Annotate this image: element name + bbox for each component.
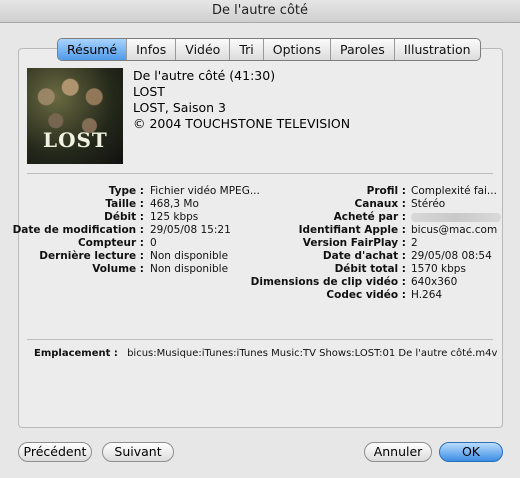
- summary-copyright: © 2004 TOUCHSTONE TELEVISION: [133, 116, 351, 131]
- detail-value: 29/05/08 15:21: [150, 224, 231, 236]
- tab-video[interactable]: Vidéo: [176, 39, 231, 60]
- detail-label: Date de modification :: [12, 224, 144, 236]
- tab-illustration[interactable]: Illustration: [395, 39, 480, 60]
- detail-label: Date d'achat :: [322, 250, 406, 262]
- tab-options[interactable]: Options: [264, 39, 331, 60]
- window-title: De l'autre côté: [0, 0, 520, 23]
- detail-value: Complexité fai...: [411, 185, 497, 197]
- detail-value: bicus@mac.com: [411, 224, 498, 236]
- tab-paroles[interactable]: Paroles: [331, 39, 395, 60]
- detail-value: 468,3 Mo: [150, 198, 199, 210]
- artwork-logo: LOST: [43, 128, 108, 152]
- detail-label: Codec vidéo :: [326, 289, 406, 301]
- detail-label: Débit :: [104, 211, 144, 223]
- ok-button[interactable]: OK: [439, 442, 503, 462]
- detail-value: 2: [411, 237, 418, 249]
- detail-label: Type :: [108, 185, 144, 197]
- tab-bar: Résumé Infos Vidéo Tri Options Paroles I…: [57, 38, 481, 61]
- detail-label: Acheté par :: [333, 211, 406, 223]
- redacted-blur: [411, 212, 501, 222]
- detail-label: Profil :: [366, 185, 406, 197]
- detail-label: Version FairPlay :: [302, 237, 406, 249]
- detail-value: 640x360: [411, 276, 458, 288]
- redacted-value: [411, 211, 501, 224]
- detail-value: Stéréo: [411, 198, 446, 210]
- detail-label: Compteur :: [77, 237, 144, 249]
- location-label: Emplacement :: [34, 348, 118, 359]
- detail-label: Dimensions de clip vidéo :: [250, 276, 406, 288]
- tab-resume[interactable]: Résumé: [58, 39, 128, 60]
- previous-button[interactable]: Précédent: [18, 442, 92, 462]
- summary-title: De l'autre côté (41:30): [133, 68, 276, 83]
- tab-tri[interactable]: Tri: [230, 39, 264, 60]
- summary-artist: LOST: [133, 84, 165, 99]
- detail-value: Non disponible: [150, 263, 229, 275]
- divider-top: [27, 173, 493, 174]
- detail-label: Taille :: [105, 198, 144, 210]
- detail-label: Volume :: [92, 263, 144, 275]
- detail-label: Débit total :: [334, 263, 406, 275]
- detail-value: H.264: [411, 289, 443, 301]
- detail-label: Canaux :: [354, 198, 406, 210]
- info-window: De l'autre côté Résumé Infos Vidéo Tri O…: [0, 0, 520, 478]
- divider-bottom: [27, 339, 493, 340]
- detail-value: 125 kbps: [150, 211, 199, 223]
- detail-value: Non disponible: [150, 250, 229, 262]
- detail-label: Identifiant Apple :: [298, 224, 406, 236]
- cancel-button[interactable]: Annuler: [364, 442, 432, 462]
- location-value: bicus:Musique:iTunes:iTunes Music:TV Sho…: [127, 348, 498, 359]
- summary-album: LOST, Saison 3: [133, 100, 226, 115]
- detail-value: 29/05/08 08:54: [411, 250, 492, 262]
- tab-infos[interactable]: Infos: [127, 39, 177, 60]
- detail-value: 1570 kbps: [411, 263, 466, 275]
- location-row: Emplacement : bicus:Musique:iTunes:iTune…: [34, 347, 497, 360]
- next-button[interactable]: Suivant: [102, 442, 174, 462]
- album-artwork: LOST: [27, 68, 123, 164]
- detail-value: 0: [150, 237, 157, 249]
- detail-label: Dernière lecture :: [39, 250, 144, 262]
